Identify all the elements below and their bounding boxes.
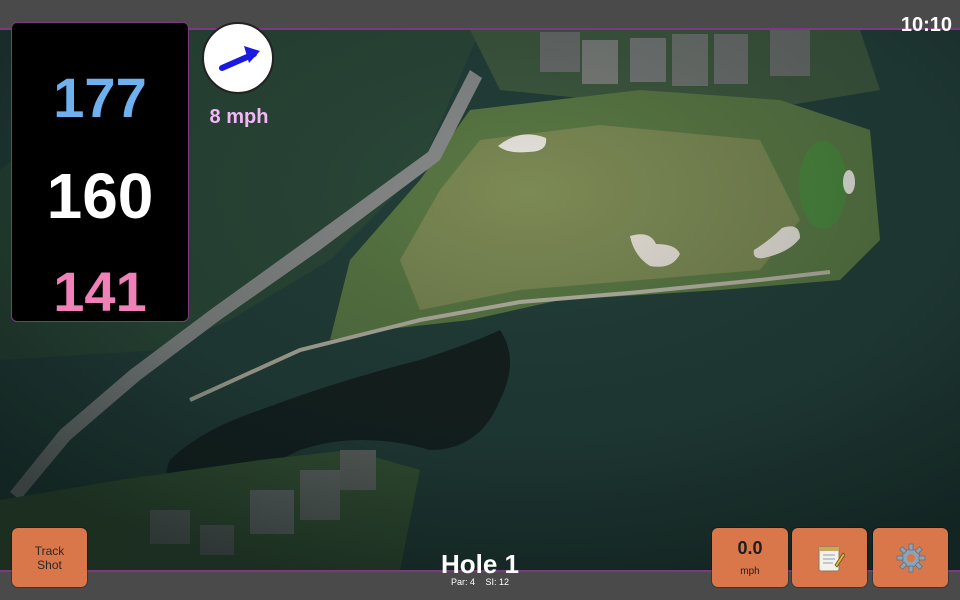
speed-unit: mph <box>740 566 760 577</box>
notes-button[interactable] <box>792 528 867 587</box>
clock-time: 10:10 <box>900 14 952 36</box>
wind-direction-arrow-icon <box>219 46 260 71</box>
distance-panel: 177 160 141 <box>11 22 189 323</box>
hole-title: Hole 1 <box>440 549 520 579</box>
gear-icon <box>896 543 925 572</box>
notepad-icon <box>818 546 845 571</box>
speed-value: 0.0 <box>737 538 763 558</box>
hole-meta: Par: 4 SI: 12 <box>380 577 580 587</box>
distance-middle: 160 <box>46 160 154 232</box>
hole-par: Par: 4 <box>450 577 475 587</box>
hole-stroke-index: SI: 12 <box>485 577 510 587</box>
wind-speed-label: 8 mph <box>209 106 269 128</box>
distance-front: 141 <box>53 260 147 323</box>
track-shot-label: Track Shot <box>34 544 65 572</box>
wind-direction-dial <box>202 22 274 94</box>
track-shot-button[interactable]: Track Shot <box>12 528 87 587</box>
settings-button[interactable] <box>873 528 948 587</box>
distance-back: 177 <box>53 66 147 129</box>
speed-button[interactable]: 0.0 mph <box>712 528 788 587</box>
